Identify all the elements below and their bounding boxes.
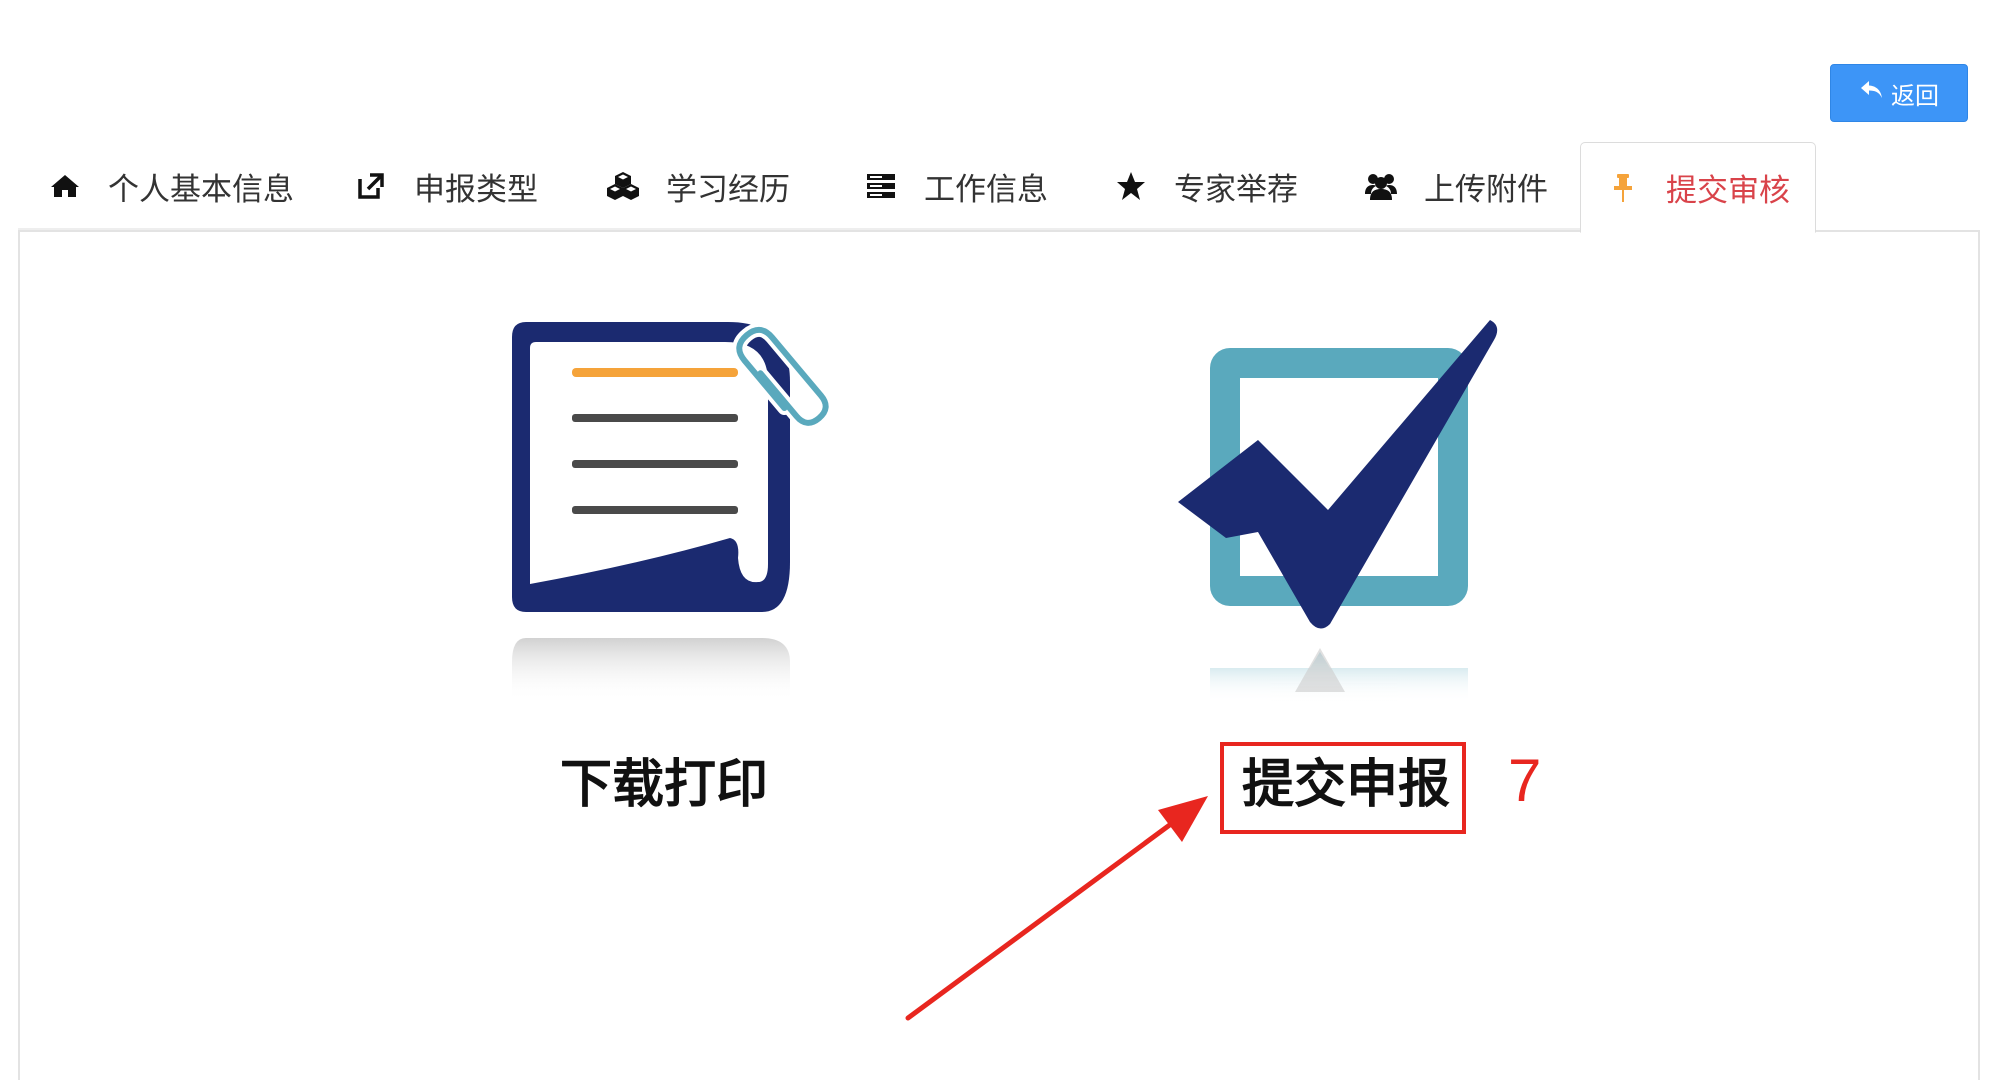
tab-personal-info[interactable]: 个人基本信息 [48,142,294,230]
star-icon [1114,169,1148,203]
document-paperclip-icon [512,322,833,702]
tab-label: 上传附件 [1424,171,1548,208]
tab-bar: 个人基本信息 申报类型 学习经历 工作信息 专家举荐 上传附件 提交审核 [0,142,1998,233]
cubes-icon [606,169,640,203]
external-link-icon [354,169,388,203]
pin-icon [1606,171,1640,205]
back-button-label: 返回 [1891,81,1939,110]
tab-application-type[interactable]: 申报类型 [354,142,538,230]
home-icon [48,169,82,203]
reply-arrow-icon [1859,79,1885,107]
tab-label: 专家举荐 [1174,171,1298,208]
tab-work-info[interactable]: 工作信息 [864,142,1048,230]
tab-label: 个人基本信息 [108,171,294,208]
download-print-label: 下载打印 [560,755,769,815]
checkbox-check-icon [1178,320,1498,702]
tab-label: 学习经历 [666,171,790,208]
server-icon [864,169,898,203]
tab-upload-attachments[interactable]: 上传附件 [1364,142,1548,230]
annotation-highlight-box [1220,742,1466,834]
tab-expert-recommendation[interactable]: 专家举荐 [1114,142,1298,230]
annotation-step-number: 7 [1508,747,1542,814]
back-button[interactable]: 返回 [1830,64,1968,122]
users-icon [1364,169,1398,203]
tab-label: 工作信息 [924,171,1048,208]
download-print-option[interactable]: 下载打印 [500,312,850,832]
annotation-arrow-icon [905,796,1208,1021]
tab-education[interactable]: 学习经历 [606,142,790,230]
tab-submit-review[interactable]: 提交审核 [1580,142,1816,233]
tab-label: 提交审核 [1666,173,1790,209]
tab-label: 申报类型 [414,171,538,208]
page: 返回 个人基本信息 申报类型 学习经历 工作信息 专家举荐 上传附件 提交审核 … [0,0,1998,1080]
